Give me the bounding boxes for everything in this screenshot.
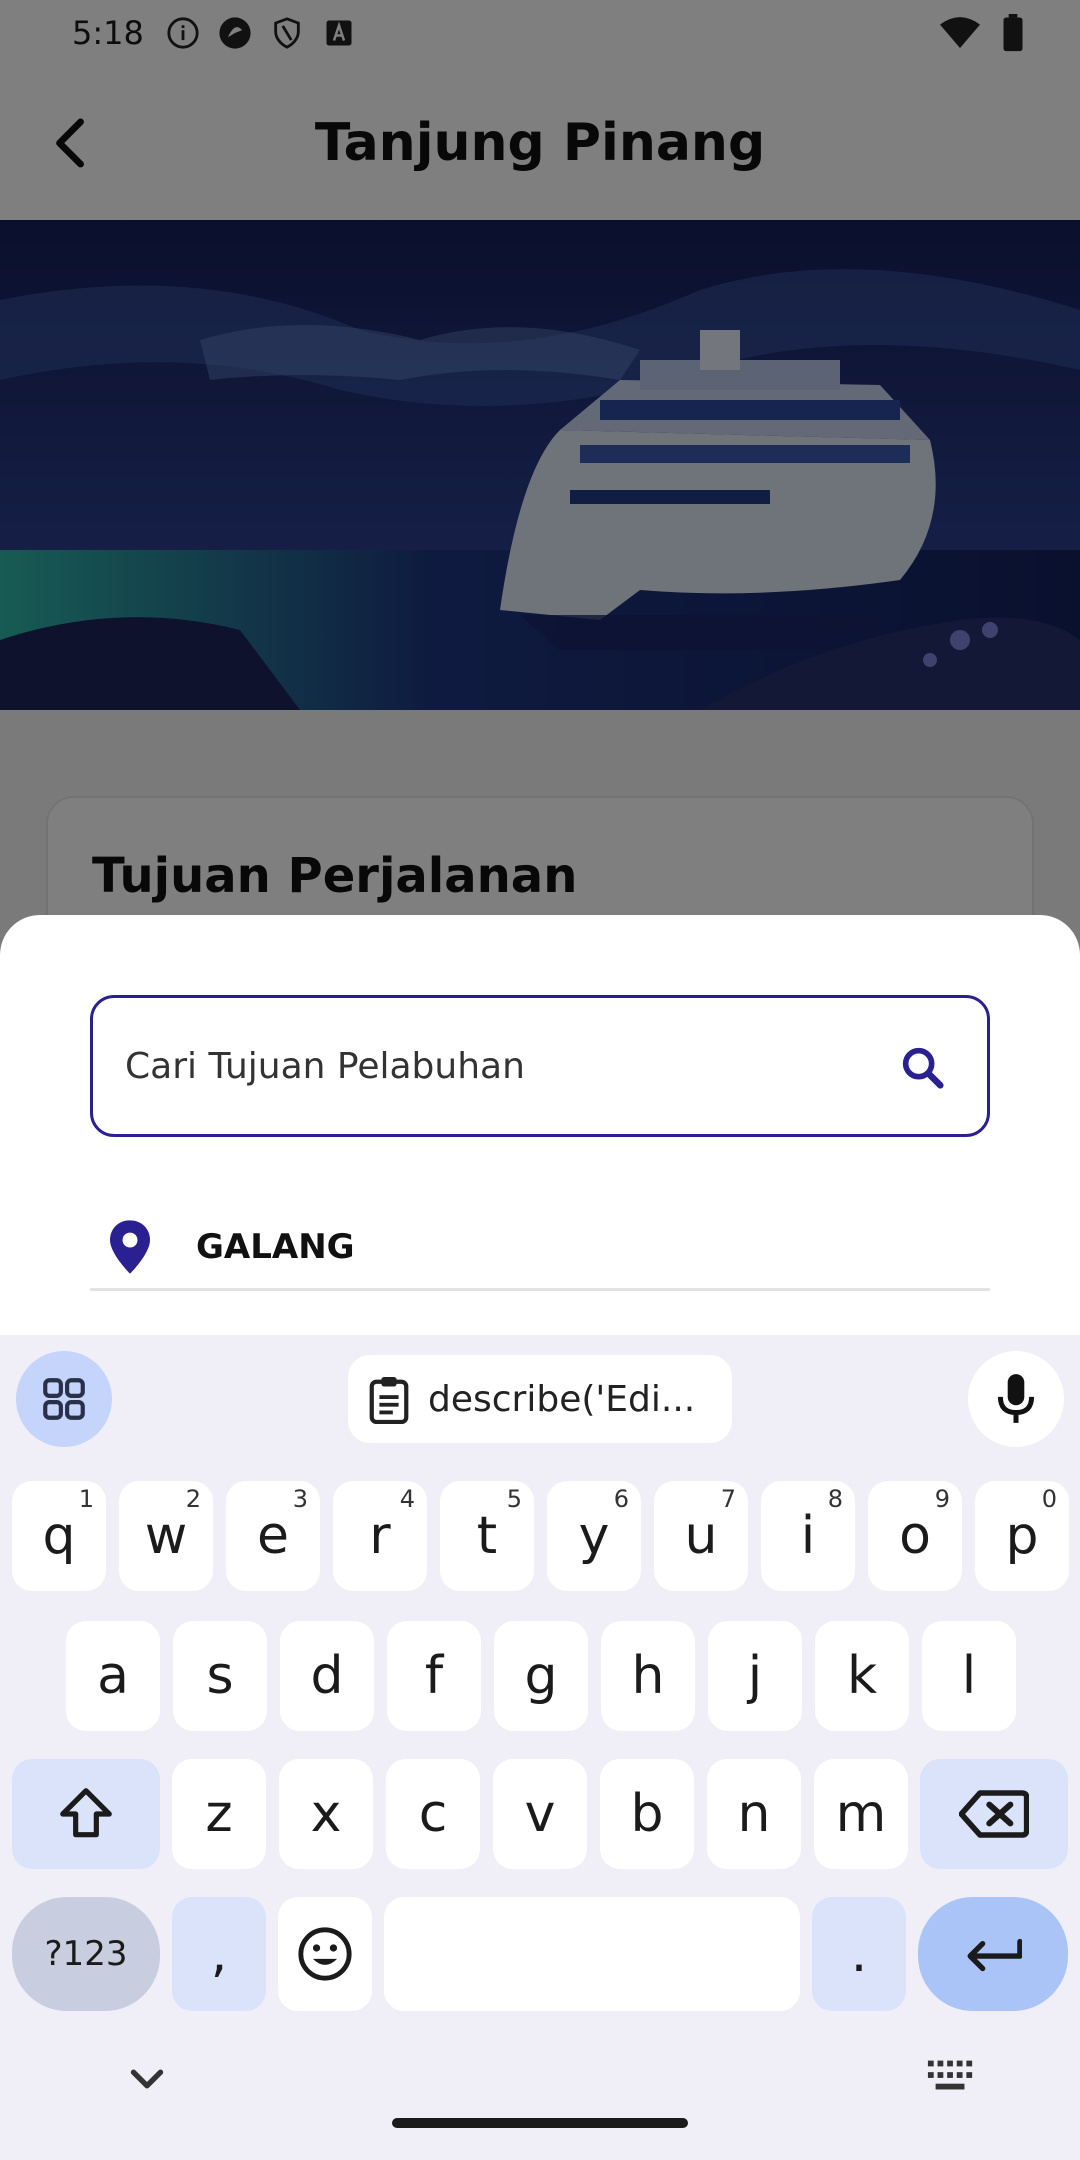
clipboard-text: describe('Edi... [428,1378,696,1420]
key-t[interactable]: t5 [440,1481,534,1591]
list-item-label: GALANG [196,1226,355,1267]
key-label: u [684,1506,718,1566]
key-hint: 4 [399,1485,415,1513]
key-label: f [424,1646,444,1706]
comma-key[interactable]: , [172,1897,266,2011]
destination-bottom-sheet: GALANG [0,915,1080,1335]
key-k[interactable]: k [815,1621,909,1731]
shift-icon [60,1788,112,1838]
key-label: a [97,1646,129,1706]
key-q[interactable]: q1 [12,1481,106,1591]
key-g[interactable]: g [494,1621,588,1731]
keyboard-toolbar: describe('Edi... [0,1335,1080,1460]
key-hint: 0 [1041,1485,1057,1513]
list-item[interactable]: GALANG [90,1205,990,1291]
key-s[interactable]: s [173,1621,267,1731]
key-label: m [835,1784,887,1844]
key-label: y [578,1506,610,1566]
key-label: p [1005,1506,1039,1566]
key-z[interactable]: z [172,1759,266,1869]
symbols-label: ?123 [44,1934,128,1974]
apps-grid-button[interactable] [16,1351,112,1447]
microphone-icon [997,1374,1035,1423]
clipboard-suggestion-chip[interactable]: describe('Edi... [348,1355,732,1443]
key-x[interactable]: x [279,1759,373,1869]
key-hint: 3 [292,1485,308,1513]
period-label: . [850,1924,868,1984]
key-hint: 5 [506,1485,522,1513]
period-key[interactable]: . [812,1897,906,2011]
key-label: d [310,1646,344,1706]
emoji-key[interactable] [278,1897,372,2011]
hide-keyboard-icon[interactable] [120,2052,174,2106]
key-u[interactable]: u7 [654,1481,748,1591]
key-label: n [737,1784,771,1844]
key-e[interactable]: e3 [226,1481,320,1591]
key-i[interactable]: i8 [761,1481,855,1591]
key-hint: 6 [613,1485,629,1513]
key-label: e [257,1506,289,1566]
key-label: t [476,1506,498,1566]
key-b[interactable]: b [600,1759,694,1869]
backspace-key[interactable] [920,1759,1068,1869]
voice-input-button[interactable] [968,1351,1064,1447]
key-f[interactable]: f [387,1621,481,1731]
emoji-icon [298,1927,352,1981]
key-hint: 1 [78,1485,94,1513]
search-icon[interactable] [897,1042,949,1094]
key-label: j [747,1646,763,1706]
key-label: s [206,1646,234,1706]
key-m[interactable]: m [814,1759,908,1869]
clipboard-icon [369,1376,409,1424]
key-w[interactable]: w2 [119,1481,213,1591]
key-r[interactable]: r4 [333,1481,427,1591]
key-j[interactable]: j [708,1621,802,1731]
grid-icon [43,1378,85,1420]
key-label: i [800,1506,816,1566]
key-label: b [630,1784,664,1844]
keyboard-switch-icon[interactable] [926,2056,976,2096]
backspace-icon [959,1790,1029,1838]
enter-arrow-icon [967,1938,1022,1972]
home-gesture-bar[interactable] [392,2118,688,2128]
key-label: x [310,1784,342,1844]
symbols-key[interactable]: ?123 [12,1897,160,2011]
location-pin-icon [110,1219,150,1274]
key-label: q [42,1506,76,1566]
key-o[interactable]: o9 [868,1481,962,1591]
key-label: c [418,1784,448,1844]
key-label: z [205,1784,233,1844]
search-input[interactable] [125,1045,885,1087]
key-a[interactable]: a [66,1621,160,1731]
shift-key[interactable] [12,1759,160,1869]
key-label: o [899,1506,931,1566]
search-field[interactable] [90,995,990,1137]
key-p[interactable]: p0 [975,1481,1069,1591]
key-label: w [144,1506,188,1566]
key-label: g [524,1646,558,1706]
soft-keyboard: describe('Edi... q1w2e3r4t5y6u7i8o9p0asd… [0,1335,1080,2160]
key-hint: 8 [827,1485,843,1513]
key-label: k [846,1646,878,1706]
key-label: h [631,1646,665,1706]
key-hint: 2 [185,1485,201,1513]
key-label: l [961,1646,977,1706]
key-d[interactable]: d [280,1621,374,1731]
key-y[interactable]: y6 [547,1481,641,1591]
space-key[interactable] [384,1897,800,2011]
enter-key[interactable] [918,1897,1068,2011]
key-h[interactable]: h [601,1621,695,1731]
comma-label: , [210,1924,228,1984]
key-v[interactable]: v [493,1759,587,1869]
key-hint: 7 [720,1485,736,1513]
key-label: v [524,1784,556,1844]
keyboard-nav-bar [0,2030,1080,2160]
key-n[interactable]: n [707,1759,801,1869]
key-label: r [369,1506,391,1566]
key-c[interactable]: c [386,1759,480,1869]
key-hint: 9 [934,1485,950,1513]
key-l[interactable]: l [922,1621,1016,1731]
